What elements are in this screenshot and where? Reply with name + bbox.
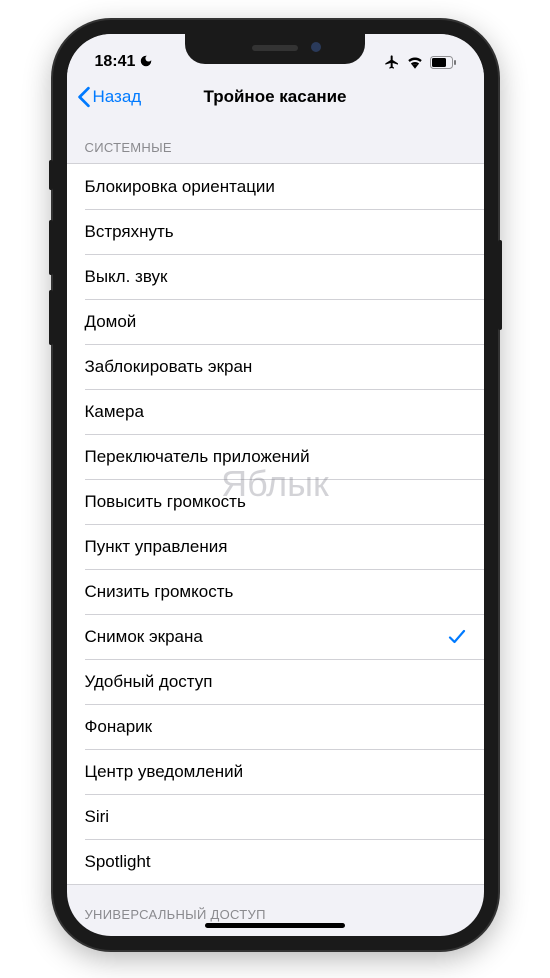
section-header-system: СИСТЕМНЫЕ	[67, 118, 484, 163]
item-volume-up[interactable]: Повысить громкость	[67, 479, 484, 524]
back-button[interactable]: Назад	[77, 86, 142, 108]
list-item-label: Пункт управления	[85, 537, 228, 557]
airplane-mode-icon	[384, 54, 400, 70]
status-right	[384, 54, 456, 70]
item-siri[interactable]: Siri	[67, 794, 484, 839]
list-item-label: Переключатель приложений	[85, 447, 310, 467]
list-item-label: Удобный доступ	[85, 672, 213, 692]
item-notification-center[interactable]: Центр уведомлений	[67, 749, 484, 794]
power-button	[498, 240, 502, 330]
home-indicator[interactable]	[205, 923, 345, 928]
item-spotlight[interactable]: Spotlight	[67, 839, 484, 884]
item-reachability[interactable]: Удобный доступ	[67, 659, 484, 704]
list-item-label: Камера	[85, 402, 144, 422]
wifi-icon	[406, 55, 424, 69]
back-label: Назад	[93, 87, 142, 107]
list-item-label: Фонарик	[85, 717, 153, 737]
notch	[185, 34, 365, 64]
item-app-switcher[interactable]: Переключатель приложений	[67, 434, 484, 479]
list-item-label: Блокировка ориентации	[85, 177, 275, 197]
battery-icon	[430, 56, 456, 69]
mute-switch	[49, 160, 53, 190]
item-volume-down[interactable]: Снизить громкость	[67, 569, 484, 614]
status-time: 18:41	[95, 53, 136, 71]
list-item-label: Повысить громкость	[85, 492, 246, 512]
volume-down-button	[49, 290, 53, 345]
item-home[interactable]: Домой	[67, 299, 484, 344]
list-item-label: Центр уведомлений	[85, 762, 244, 782]
volume-up-button	[49, 220, 53, 275]
list-item-label: Spotlight	[85, 852, 151, 872]
list-item-label: Снизить громкость	[85, 582, 234, 602]
checkmark-icon	[448, 629, 466, 645]
item-control-center[interactable]: Пункт управления	[67, 524, 484, 569]
nav-bar: Назад Тройное касание	[67, 78, 484, 118]
list-item-label: Встряхнуть	[85, 222, 174, 242]
content-scroll[interactable]: Яблык СИСТЕМНЫЕ Блокировка ориентации Вс…	[67, 118, 484, 930]
item-camera[interactable]: Камера	[67, 389, 484, 434]
list-item-label: Заблокировать экран	[85, 357, 253, 377]
chevron-left-icon	[77, 86, 91, 108]
status-left: 18:41	[95, 53, 154, 71]
item-lock-screen[interactable]: Заблокировать экран	[67, 344, 484, 389]
item-screenshot[interactable]: Снимок экрана	[67, 614, 484, 659]
system-list: Блокировка ориентации Встряхнуть Выкл. з…	[67, 163, 484, 885]
screen: 18:41 На	[67, 34, 484, 936]
item-orientation-lock[interactable]: Блокировка ориентации	[67, 164, 484, 209]
phone-frame: 18:41 На	[53, 20, 498, 950]
item-shake[interactable]: Встряхнуть	[67, 209, 484, 254]
item-flashlight[interactable]: Фонарик	[67, 704, 484, 749]
list-item-label: Выкл. звук	[85, 267, 168, 287]
item-mute[interactable]: Выкл. звук	[67, 254, 484, 299]
list-item-label: Домой	[85, 312, 137, 332]
list-item-label: Siri	[85, 807, 110, 827]
list-item-label: Снимок экрана	[85, 627, 203, 647]
do-not-disturb-icon	[139, 54, 153, 71]
